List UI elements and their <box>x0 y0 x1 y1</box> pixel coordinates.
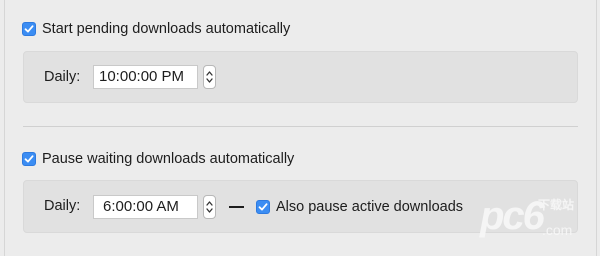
daily-label: Daily: <box>44 69 81 85</box>
start-pending-label: Start pending downloads automatically <box>42 21 291 37</box>
pause-waiting-label: Pause waiting downloads automatically <box>42 151 295 167</box>
checkmark-icon <box>258 203 268 211</box>
also-pause-label: Also pause active downloads <box>276 199 464 215</box>
pause-waiting-option[interactable]: Pause waiting downloads automatically <box>22 150 294 168</box>
section-divider <box>23 126 578 127</box>
window-edge-right <box>596 0 597 256</box>
pause-time-stepper[interactable] <box>203 195 216 219</box>
start-time-field[interactable]: 10:00:00 PM <box>93 65 198 89</box>
also-pause-checkbox[interactable] <box>256 200 270 214</box>
stepper-arrows-icon <box>206 201 213 213</box>
start-pending-checkbox[interactable] <box>22 22 36 36</box>
watermark-subtext: 下载站 <box>538 198 575 212</box>
checkmark-icon <box>24 25 34 33</box>
pause-time-field[interactable]: 6:00:00 AM <box>93 195 198 219</box>
start-pending-option[interactable]: Start pending downloads automatically <box>22 20 290 38</box>
checkmark-icon <box>24 155 34 163</box>
also-pause-option[interactable]: Also pause active downloads <box>256 199 463 215</box>
daily-label: Daily: <box>44 198 81 214</box>
window-edge-left <box>4 0 5 256</box>
start-time-stepper[interactable] <box>203 65 216 89</box>
start-schedule-panel: Daily: 10:00:00 PM <box>23 51 578 103</box>
watermark-text: pc6 <box>480 194 545 238</box>
watermark-logo: pc6 下载站 .com <box>480 186 590 252</box>
watermark-domain: .com <box>542 222 573 238</box>
separator-dash <box>229 206 244 208</box>
stepper-arrows-icon <box>206 71 213 83</box>
pause-waiting-checkbox[interactable] <box>22 152 36 166</box>
